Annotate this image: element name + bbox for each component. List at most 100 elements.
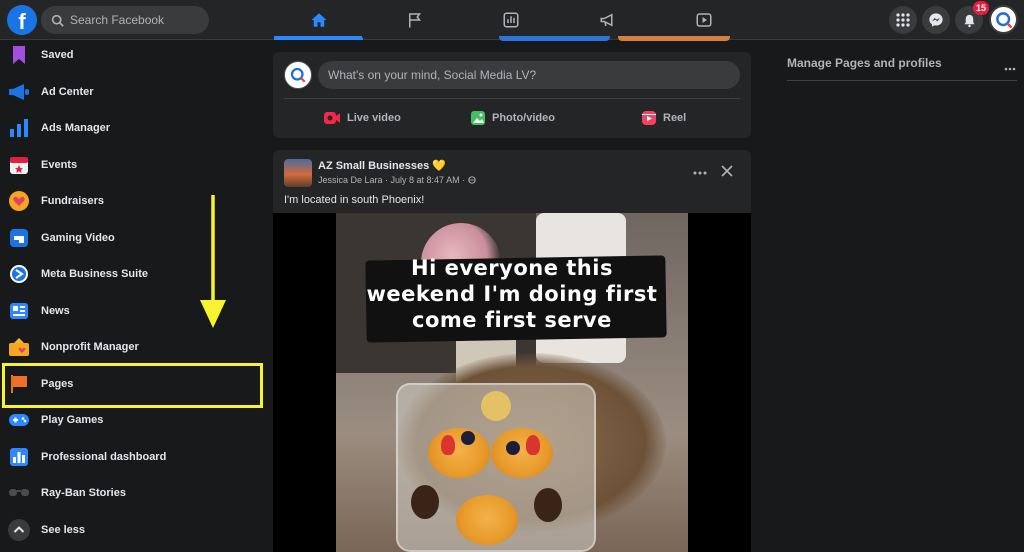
megaphone-icon bbox=[600, 13, 613, 27]
sidebar-item-label: Gaming Video bbox=[41, 232, 115, 244]
sidebar-item-label: Play Games bbox=[41, 414, 104, 426]
sidebar-item-saved[interactable]: Saved bbox=[4, 38, 262, 72]
account-avatar[interactable] bbox=[989, 5, 1018, 34]
bell-icon bbox=[964, 14, 974, 27]
search-icon bbox=[51, 14, 64, 27]
megaphone-icon bbox=[8, 81, 30, 103]
calendar-icon bbox=[8, 154, 30, 176]
photo-detail bbox=[526, 435, 540, 455]
photo-caption-line: Hi everyone this bbox=[411, 256, 613, 280]
sidebar-item-label: See less bbox=[41, 524, 86, 536]
author-and-time[interactable]: Jessica De Lara · July 8 at 8:47 AM · bbox=[318, 175, 468, 185]
photo-detail bbox=[428, 428, 490, 478]
composer-avatar[interactable] bbox=[284, 61, 312, 89]
sidebar-item-label: Professional dashboard bbox=[41, 451, 167, 463]
sidebar-item-ads-manager[interactable]: Ads Manager bbox=[4, 111, 262, 145]
globe-icon bbox=[467, 176, 476, 184]
reel-label: Reel bbox=[663, 112, 687, 124]
post-media[interactable]: Hi everyone this weekend I'm doing first… bbox=[273, 213, 751, 552]
photo-detail bbox=[491, 428, 553, 478]
dashboard-icon bbox=[8, 446, 30, 468]
photo-caption-line: weekend I'm doing first bbox=[366, 282, 658, 306]
search-input[interactable] bbox=[70, 13, 200, 27]
more-horizontal-icon bbox=[1004, 67, 1016, 71]
photo-video-label: Photo/video bbox=[492, 112, 555, 124]
pages-highlight-annotation bbox=[2, 363, 263, 408]
story-thumbnail[interactable] bbox=[618, 36, 730, 41]
heart-icon bbox=[8, 190, 30, 212]
bar-chart-icon bbox=[8, 117, 30, 139]
feed-post: AZ Small Businesses 💛 Jessica De Lara · … bbox=[273, 150, 751, 552]
sidebar-item-ad-center[interactable]: Ad Center bbox=[4, 75, 262, 109]
photo-detail bbox=[461, 431, 475, 445]
photo-detail bbox=[534, 488, 562, 522]
sidebar-item-professional-dashboard[interactable]: Professional dashboard bbox=[4, 440, 262, 474]
live-video-icon bbox=[324, 112, 340, 124]
reel-icon bbox=[642, 111, 656, 125]
sidebar-item-label: Events bbox=[41, 159, 78, 171]
photo-detail bbox=[411, 485, 439, 519]
sidebar-item-nonprofit-manager[interactable]: Nonprofit Manager bbox=[4, 330, 262, 364]
stories-strip bbox=[274, 36, 751, 42]
chevron-up-icon bbox=[8, 519, 30, 541]
post-close-button[interactable] bbox=[721, 164, 733, 182]
sunglasses-icon bbox=[8, 482, 30, 504]
photo-caption: Hi everyone this weekend I'm doing first… bbox=[344, 255, 680, 333]
right-panel-title: Manage Pages and profiles bbox=[787, 56, 942, 70]
tab-video[interactable] bbox=[659, 0, 749, 40]
video-icon bbox=[696, 13, 712, 27]
sidebar-item-label: Ad Center bbox=[41, 86, 94, 98]
game-controller-icon bbox=[8, 409, 30, 431]
top-navigation-bar: f 15 bbox=[0, 0, 1024, 40]
story-indicator bbox=[274, 36, 362, 40]
grid-menu-icon bbox=[896, 13, 910, 27]
post-text: I'm located in south Phoenix! bbox=[284, 194, 425, 206]
photo-detail bbox=[441, 435, 455, 455]
home-icon bbox=[311, 13, 326, 27]
live-video-button[interactable]: Live video bbox=[323, 107, 401, 129]
bookmark-icon bbox=[8, 44, 30, 66]
right-panel-options-button[interactable] bbox=[1004, 58, 1016, 76]
sidebar-item-label: News bbox=[41, 305, 70, 317]
post-options-button[interactable] bbox=[693, 162, 707, 180]
notification-count-badge: 15 bbox=[972, 1, 989, 15]
story-thumbnail[interactable] bbox=[499, 36, 610, 41]
divider bbox=[284, 98, 740, 99]
sidebar-item-label: Ads Manager bbox=[41, 122, 111, 134]
notifications-button[interactable]: 15 bbox=[955, 1, 989, 34]
sidebar-item-label: Fundraisers bbox=[41, 195, 104, 207]
composer-input[interactable] bbox=[318, 61, 740, 89]
tab-pages[interactable] bbox=[370, 0, 460, 40]
post-meta: Jessica De Lara · July 8 at 8:47 AM · bbox=[318, 175, 476, 185]
reel-button[interactable]: Reel bbox=[641, 107, 686, 129]
group-name[interactable]: AZ Small Businesses 💛 bbox=[318, 159, 446, 172]
photo-detail bbox=[481, 391, 511, 421]
photo-video-button[interactable]: Photo/video bbox=[470, 107, 555, 129]
photo-icon bbox=[471, 111, 485, 125]
sidebar-item-label: Saved bbox=[41, 49, 74, 61]
messenger-button[interactable] bbox=[922, 6, 950, 34]
sidebar-item-label: Meta Business Suite bbox=[41, 268, 148, 280]
group-avatar[interactable] bbox=[284, 159, 312, 187]
menu-button[interactable] bbox=[889, 6, 917, 34]
tab-marketing[interactable] bbox=[563, 0, 653, 40]
search-box[interactable] bbox=[41, 6, 209, 34]
gaming-icon bbox=[8, 227, 30, 249]
photo-caption-line: come first serve bbox=[412, 308, 612, 332]
sidebar-item-play-games[interactable]: Play Games bbox=[4, 403, 262, 437]
sidebar-item-ray-ban-stories[interactable]: Ray-Ban Stories bbox=[4, 476, 262, 510]
chart-icon bbox=[503, 12, 519, 28]
business-suite-icon bbox=[8, 263, 30, 285]
profile-logo-icon bbox=[290, 67, 306, 83]
sidebar-see-less-button[interactable]: See less bbox=[4, 513, 262, 547]
close-icon bbox=[721, 165, 733, 177]
tab-home[interactable] bbox=[274, 0, 363, 40]
live-video-label: Live video bbox=[347, 112, 401, 124]
facebook-logo-icon[interactable]: f bbox=[7, 5, 37, 35]
news-icon bbox=[8, 300, 30, 322]
down-arrow-annotation bbox=[200, 195, 226, 328]
divider bbox=[787, 80, 1017, 81]
sidebar-item-events[interactable]: Events bbox=[4, 148, 262, 182]
tab-ads[interactable] bbox=[466, 0, 556, 40]
sidebar-item-label: Nonprofit Manager bbox=[41, 341, 139, 353]
